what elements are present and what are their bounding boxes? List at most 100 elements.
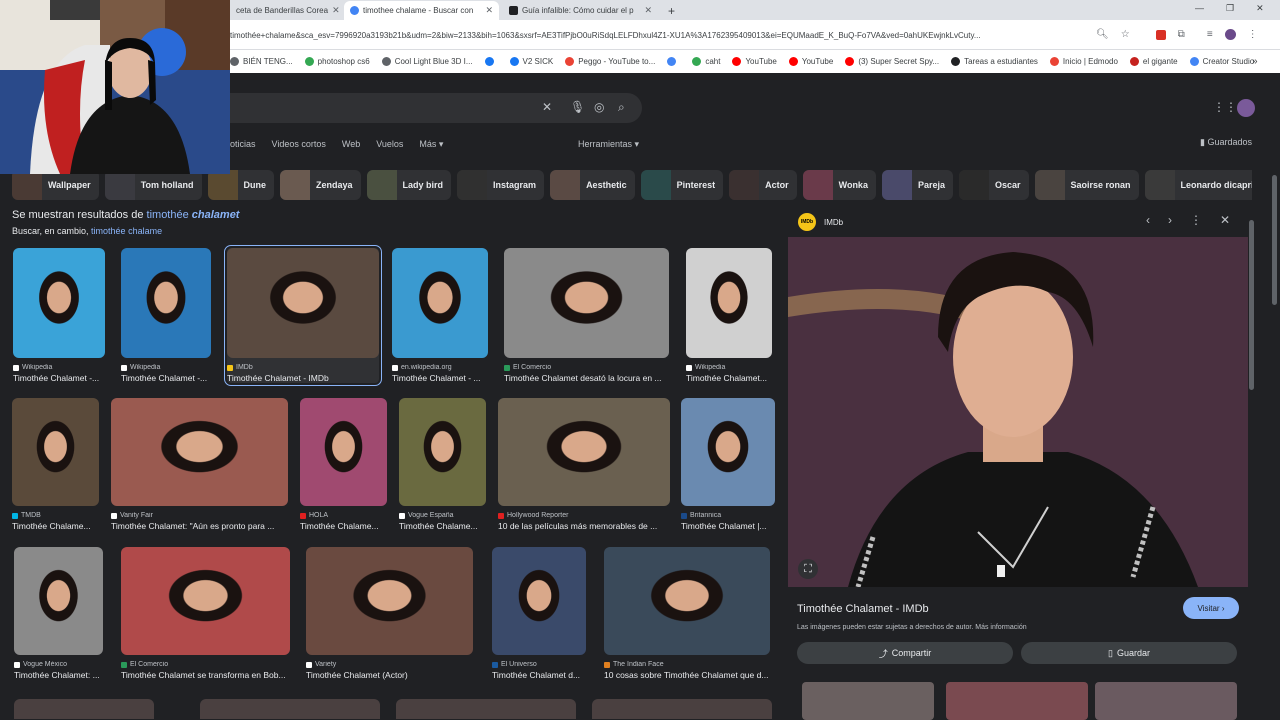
result-thumbnail[interactable]: [13, 248, 105, 358]
image-result[interactable]: HOLA Timothée Chalame...: [300, 398, 387, 531]
bookmark-item[interactable]: photoshop cs6: [304, 57, 370, 66]
result-title[interactable]: Timothée Chalamet d...: [492, 670, 586, 680]
related-chip[interactable]: Pareja: [881, 170, 953, 200]
result-thumbnail[interactable]: [306, 547, 473, 655]
new-tab-button[interactable]: +: [662, 1, 682, 20]
bookmark-item[interactable]: YouTube: [732, 57, 777, 66]
lens-icon[interactable]: ◎: [594, 100, 604, 114]
related-chip[interactable]: Oscar: [958, 170, 1029, 200]
bookmark-item[interactable]: BIÉN TENG...: [230, 57, 293, 66]
browser-tab-guia[interactable]: Guía infalible: Cómo cuidar el p ✕: [503, 1, 658, 20]
corrected-term-bold[interactable]: chalamet: [192, 209, 240, 221]
result-title[interactable]: Timothée Chalame...: [399, 521, 486, 531]
filter-flights[interactable]: Vuelos: [376, 139, 403, 150]
result-thumbnail[interactable]: [14, 547, 103, 655]
related-chip[interactable]: Zendaya: [280, 170, 361, 200]
corrected-term-link[interactable]: timothée: [147, 209, 192, 221]
bookmark-item[interactable]: caht: [692, 57, 720, 66]
related-chip[interactable]: Pinterest: [640, 170, 724, 200]
minimize-icon[interactable]: —: [1195, 3, 1204, 14]
saved-button[interactable]: ▮ Guardados: [1200, 137, 1252, 148]
bookmark-item[interactable]: Peggo - YouTube to...: [565, 57, 655, 66]
image-result[interactable]: El Comercio Timothée Chalamet desató la l…: [504, 248, 669, 383]
more-info-link[interactable]: Más información: [975, 624, 1026, 631]
close-window-icon[interactable]: ✕: [1256, 3, 1264, 14]
result-title[interactable]: Timothée Chalamet -...: [121, 373, 211, 383]
bookmark-item[interactable]: Tareas a estudiantes: [951, 57, 1038, 66]
image-result[interactable]: Wikipedia Timothée Chalamet...: [686, 248, 772, 383]
result-thumbnail[interactable]: [121, 248, 211, 358]
result-title[interactable]: Timothée Chalame...: [300, 521, 387, 531]
result-thumbnail[interactable]: [604, 547, 770, 655]
result-thumbnail[interactable]: [686, 248, 772, 358]
lens-search-icon[interactable]: ⛶: [798, 559, 818, 579]
filter-more[interactable]: Más ▾: [419, 139, 443, 150]
related-chip[interactable]: Wallpaper: [12, 170, 99, 200]
result-thumbnail[interactable]: [300, 398, 387, 506]
search-box[interactable]: ✕ 🎙︎ ◎ ⌕: [230, 93, 642, 123]
save-button[interactable]: ▯ Guardar: [1021, 642, 1237, 664]
image-result[interactable]: The Indian Face 10 cosas sobre Timothée C…: [604, 547, 770, 680]
share-button[interactable]: ⤴ Compartir: [797, 642, 1013, 664]
image-result[interactable]: Hollywood Reporter 10 de las películas má…: [498, 398, 670, 531]
result-thumbnail[interactable]: [498, 398, 670, 506]
bookmark-item[interactable]: YouTube: [788, 57, 833, 66]
media-icon[interactable]: ≡: [1207, 29, 1213, 40]
result-thumbnail[interactable]: [492, 547, 586, 655]
clear-icon[interactable]: ✕: [542, 100, 552, 114]
tools-button[interactable]: Herramientas ▾: [578, 139, 639, 150]
url-field[interactable]: timothée+chalame&sca_esv=7996920a3193b21…: [230, 31, 1090, 40]
extensions-icon[interactable]: ⧉: [1178, 29, 1185, 40]
image-result[interactable]: Wikipedia Timothée Chalamet -...: [121, 248, 211, 383]
more-options-icon[interactable]: ⋮: [1190, 213, 1202, 227]
result-thumbnail[interactable]: [681, 398, 775, 506]
extension-shield-icon[interactable]: [1155, 29, 1166, 40]
bookmark-item[interactable]: Creator Studio: [1189, 57, 1254, 66]
image-result-partial[interactable]: [200, 699, 380, 719]
result-title[interactable]: Timothée Chalamet: ...: [14, 670, 103, 680]
page-scrollbar[interactable]: [1272, 175, 1277, 305]
image-result-partial[interactable]: [592, 699, 772, 719]
next-icon[interactable]: ›: [1168, 213, 1172, 227]
close-icon[interactable]: ✕: [644, 5, 652, 16]
related-image-thumb[interactable]: [802, 682, 934, 720]
zoom-icon[interactable]: 🔍︎: [1096, 29, 1109, 40]
result-title[interactable]: Timothée Chalamet - IMDb: [227, 373, 379, 383]
related-chip[interactable]: Instagram: [457, 170, 545, 200]
image-result-partial[interactable]: [396, 699, 576, 719]
previous-icon[interactable]: ‹: [1146, 213, 1150, 227]
close-icon[interactable]: ✕: [485, 5, 493, 16]
account-avatar[interactable]: [1237, 99, 1255, 117]
preview-title[interactable]: Timothée Chalamet - IMDb: [797, 603, 929, 615]
original-term-link[interactable]: timothée chalame: [91, 226, 162, 236]
bookmark-item[interactable]: Inicio | Edmodo: [1049, 57, 1118, 66]
image-result[interactable]: IMDb Timothée Chalamet - IMDb: [224, 245, 382, 386]
image-result[interactable]: El Universo Timothée Chalamet d...: [492, 547, 586, 680]
result-thumbnail[interactable]: [111, 398, 288, 506]
bookmark-item[interactable]: el gigante: [1129, 57, 1178, 66]
microphone-icon[interactable]: 🎙︎: [570, 100, 585, 114]
result-thumbnail[interactable]: [121, 547, 290, 655]
search-icon[interactable]: ⌕: [618, 100, 625, 115]
more-bookmarks-icon[interactable]: »: [1252, 56, 1258, 67]
image-result[interactable]: Vanity Fair Timothée Chalamet: "Aún es pr…: [111, 398, 288, 531]
image-result[interactable]: en.wikipedia.org Timothée Chalamet - ...: [392, 248, 488, 383]
result-title[interactable]: Timothée Chalamet: "Aún es pronto para .…: [111, 521, 288, 531]
menu-icon[interactable]: ⋮: [1248, 29, 1258, 40]
related-chip[interactable]: Leonardo dicaprio: [1144, 170, 1252, 200]
close-icon[interactable]: ✕: [1220, 213, 1230, 227]
result-title[interactable]: 10 cosas sobre Timothée Chalamet que d..…: [604, 670, 770, 680]
result-thumbnail[interactable]: [392, 248, 488, 358]
image-result[interactable]: Vogue México Timothée Chalamet: ...: [14, 547, 103, 680]
browser-tab-banderillas[interactable]: ceta de Banderillas Corea ✕: [230, 1, 344, 20]
bookmark-item[interactable]: [484, 57, 498, 66]
result-thumbnail[interactable]: [399, 398, 486, 506]
restore-icon[interactable]: ❐: [1226, 3, 1234, 14]
browser-tab-search[interactable]: timothee chalame - Buscar con ✕: [344, 1, 499, 20]
result-title[interactable]: 10 de las películas más memorables de ..…: [498, 521, 670, 531]
image-result[interactable]: Wikipedia Timothée Chalamet -...: [13, 248, 105, 383]
close-icon[interactable]: ✕: [332, 5, 340, 16]
image-result[interactable]: Britannica Timothée Chalamet |...: [681, 398, 775, 531]
result-thumbnail[interactable]: [12, 398, 99, 506]
profile-avatar[interactable]: [1224, 29, 1236, 40]
